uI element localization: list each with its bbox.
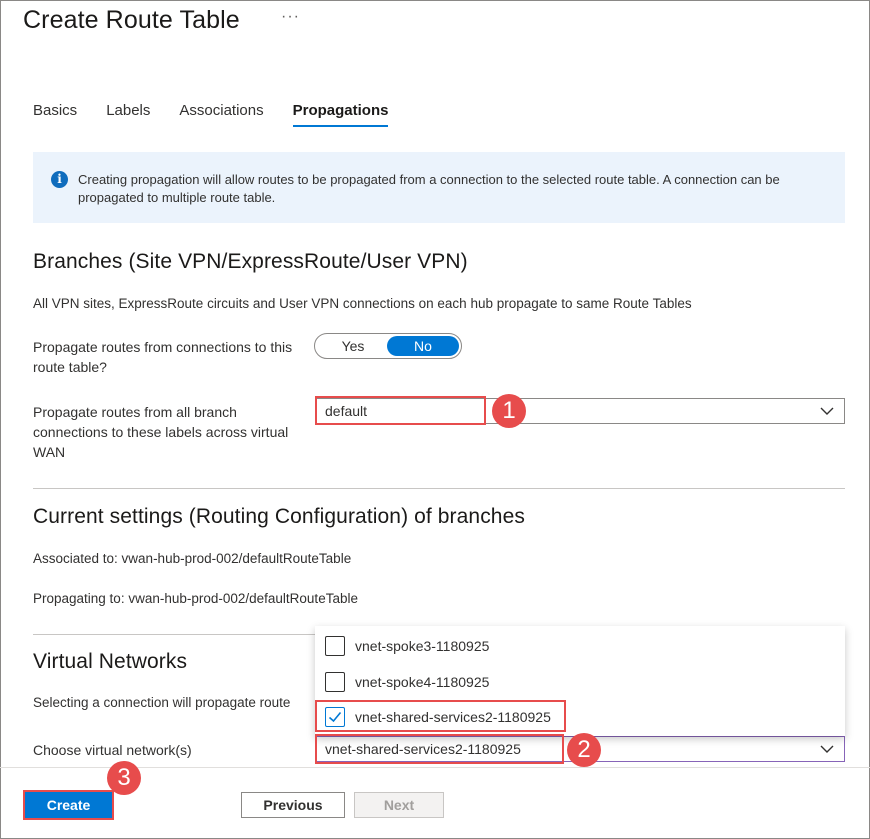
propagate-toggle[interactable]: Yes No <box>314 333 462 359</box>
vnet-option-label: vnet-spoke4-1180925 <box>355 674 490 690</box>
info-icon: i <box>51 171 68 188</box>
virtual-networks-heading: Virtual Networks <box>33 650 188 673</box>
step-badge-2: 2 <box>567 733 601 767</box>
propagate-labels-label: Propagate routes from all branch connect… <box>33 404 289 460</box>
divider <box>33 634 315 635</box>
vnet-option[interactable]: vnet-spoke3-1180925 <box>325 635 489 657</box>
associated-to-text: Associated to: vwan-hub-prod-002/default… <box>33 551 352 566</box>
highlight-create <box>23 790 114 820</box>
choose-vnet-label: Choose virtual network(s) <box>33 742 192 758</box>
current-settings-heading: Current settings (Routing Configuration)… <box>33 505 525 528</box>
step-badge-1: 1 <box>492 394 526 428</box>
checkbox[interactable] <box>325 636 345 656</box>
divider <box>33 488 845 489</box>
chevron-down-icon <box>820 407 834 415</box>
tab-propagations[interactable]: Propagations <box>292 102 389 127</box>
previous-button[interactable]: Previous <box>241 792 345 818</box>
highlight-labels <box>315 396 486 425</box>
page-title: Create Route Table <box>23 6 240 34</box>
checkbox[interactable] <box>325 672 345 692</box>
vnet-option-label: vnet-spoke3-1180925 <box>355 638 490 654</box>
highlight-selected-option <box>315 700 566 732</box>
next-button: Next <box>354 792 444 818</box>
toggle-no[interactable]: No <box>387 336 459 356</box>
branches-description: All VPN sites, ExpressRoute circuits and… <box>33 296 692 311</box>
toggle-yes[interactable]: Yes <box>317 336 389 356</box>
propagating-to-text: Propagating to: vwan-hub-prod-002/defaul… <box>33 591 358 606</box>
tab-associations[interactable]: Associations <box>179 102 263 127</box>
propagate-routes-label: Propagate routes from connections to thi… <box>33 339 293 375</box>
vnet-option[interactable]: vnet-spoke4-1180925 <box>325 671 489 693</box>
info-text: Creating propagation will allow routes t… <box>78 172 780 205</box>
virtual-networks-description: Selecting a connection will propagate ro… <box>33 695 291 710</box>
chevron-down-icon <box>820 745 834 753</box>
tab-labels[interactable]: Labels <box>106 102 150 127</box>
tab-basics[interactable]: Basics <box>33 102 77 127</box>
tab-bar: Basics Labels Associations Propagations <box>33 102 417 127</box>
info-banner: i Creating propagation will allow routes… <box>33 152 845 223</box>
branches-heading: Branches (Site VPN/ExpressRoute/User VPN… <box>33 250 468 273</box>
more-options-icon[interactable]: ··· <box>281 8 300 26</box>
highlight-vnet-value <box>315 734 564 764</box>
